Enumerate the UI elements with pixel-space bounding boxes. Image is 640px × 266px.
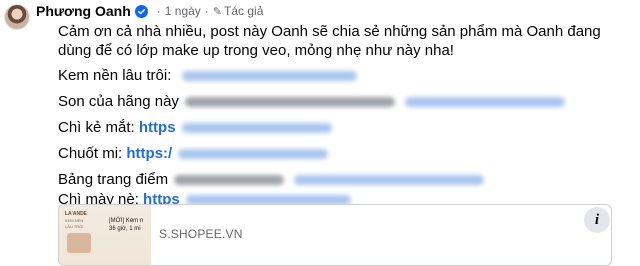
author-name[interactable]: Phương Oanh: [36, 3, 131, 19]
post-header: Phương Oanh · 1 ngày · ✎ Tác giả: [36, 3, 263, 19]
thumbnail-caption: [MỚI] Kem n 36 giờ, 1 mi: [109, 217, 143, 233]
product-line: Chì kẻ mắt: https: [58, 118, 332, 137]
link-domain[interactable]: S.SHOPEE.VN: [159, 227, 243, 241]
blurred-link[interactable]: [294, 175, 485, 186]
info-icon[interactable]: i: [584, 207, 610, 233]
product-line: Son của hãng này: [58, 92, 566, 111]
product-link[interactable]: https:/: [126, 145, 172, 162]
product-label: Bảng trang điểm: [58, 171, 169, 188]
blurred-text: [185, 97, 396, 108]
thumbnail-text: KEM NỀN: [65, 218, 84, 223]
thumbnail-text: LÂU TRÔI: [65, 224, 84, 229]
thumbnail-logo-mark: LA'ANDE: [65, 211, 88, 217]
verified-badge-icon: [134, 4, 148, 18]
link-preview-thumbnail[interactable]: LA'ANDE KEM NỀN LÂU TRÔI [MỚI] Kem n 36 …: [59, 205, 151, 265]
blurred-link[interactable]: [181, 123, 332, 134]
meta-separator: ·: [156, 4, 161, 18]
product-link[interactable]: https: [139, 119, 176, 136]
product-line: Kem nền lâu trôi:: [58, 66, 357, 85]
product-line: Bảng trang điểm: [58, 170, 485, 189]
thumbnail-caption-line: 36 giờ, 1 mi: [109, 226, 141, 232]
blurred-text: [174, 175, 285, 186]
product-image: [67, 233, 91, 253]
thumbnail-caption-line: [MỚI] Kem n: [109, 218, 144, 224]
product-label: Chuốt mi:: [58, 145, 123, 162]
product-label: Chì kẻ mắt:: [58, 119, 135, 136]
author-tag: Tác giả: [224, 4, 264, 18]
blurred-link[interactable]: [181, 71, 357, 82]
product-label: Kem nền lâu trôi:: [58, 67, 172, 84]
post-intro-text: Cảm ơn cả nhà nhiều, post này Oanh sẽ ch…: [58, 23, 601, 59]
pencil-icon: ✎: [212, 5, 223, 18]
meta-separator: ·: [204, 4, 209, 18]
blurred-link[interactable]: [178, 149, 329, 160]
post-time[interactable]: 1 ngày: [165, 4, 201, 18]
blurred-link[interactable]: [405, 97, 566, 108]
product-label: Son của hãng này: [58, 93, 179, 110]
author-avatar[interactable]: [4, 4, 30, 30]
product-line: Chuốt mi: https:/: [58, 144, 329, 163]
link-preview-card[interactable]: LA'ANDE KEM NỀN LÂU TRÔI [MỚI] Kem n 36 …: [58, 204, 612, 266]
post-meta: · 1 ngày · ✎ Tác giả: [153, 4, 264, 18]
